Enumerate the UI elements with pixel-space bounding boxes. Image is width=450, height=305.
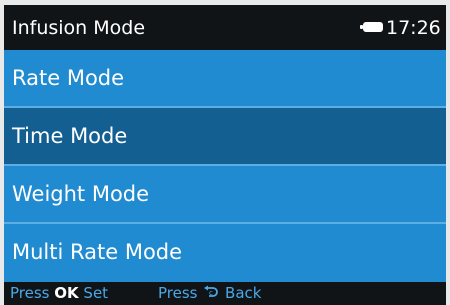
clock-time: 17:26 — [386, 17, 441, 39]
menu-item-label: Multi Rate Mode — [12, 240, 183, 264]
back-hint: Press c Back — [158, 282, 261, 305]
device-frame: Infusion Mode 17:26 Rate Mode Time Mode … — [0, 0, 450, 305]
hint-action: Set — [83, 284, 109, 302]
hint-prefix: Press — [10, 284, 50, 302]
menu-item-label: Weight Mode — [12, 182, 150, 206]
menu-item-label: Rate Mode — [12, 66, 125, 90]
title-bar: Infusion Mode 17:26 — [4, 5, 446, 50]
menu-item-weight-mode[interactable]: Weight Mode — [4, 166, 446, 222]
ok-key-label: OK — [54, 284, 79, 302]
infusion-mode-menu: Rate Mode Time Mode Weight Mode Multi Ra… — [4, 50, 446, 282]
soft-key-hint-bar: Press OK Set Press c Back — [4, 282, 446, 305]
infusion-screen: Infusion Mode 17:26 Rate Mode Time Mode … — [4, 5, 446, 305]
back-return-icon: c — [204, 285, 219, 297]
page-title: Infusion Mode — [12, 17, 146, 39]
menu-item-rate-mode[interactable]: Rate Mode — [4, 50, 446, 106]
menu-item-label: Time Mode — [12, 124, 128, 148]
hint-prefix: Press — [158, 284, 198, 302]
menu-item-time-mode[interactable]: Time Mode — [4, 108, 446, 164]
svg-text:c: c — [209, 289, 213, 297]
hint-action: Back — [225, 284, 262, 302]
ok-set-hint: Press OK Set — [10, 282, 108, 305]
menu-item-multi-rate-mode[interactable]: Multi Rate Mode — [4, 224, 446, 280]
battery-icon — [360, 22, 383, 32]
